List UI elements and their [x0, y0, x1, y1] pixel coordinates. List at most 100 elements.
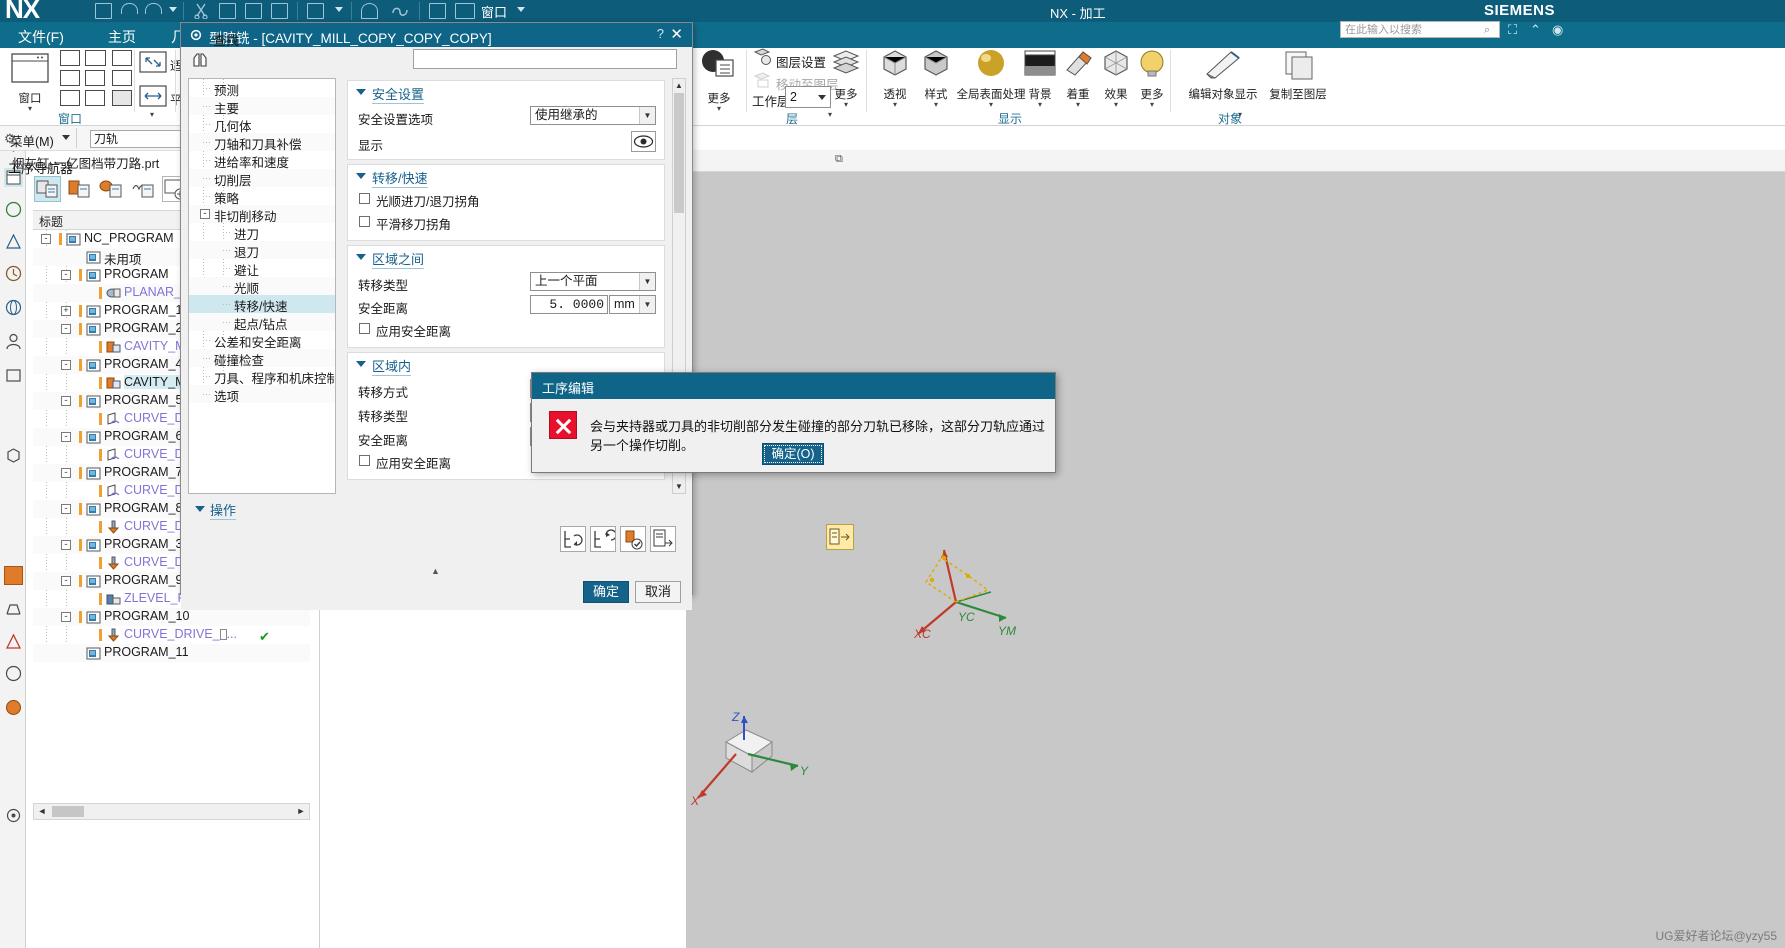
cavity-mill-dialog[interactable]: 型腔铣 - [CAVITY_MILL_COPY_COPY_COPY] ? ✕ 查…: [180, 22, 854, 610]
dialog-tree-item[interactable]: 预测: [189, 79, 335, 98]
collapse-triangle-icon[interactable]: [356, 173, 366, 179]
layout-2h-icon[interactable]: [112, 50, 132, 66]
find-input[interactable]: [413, 49, 677, 69]
dialog-cancel-button[interactable]: 取消: [635, 581, 681, 603]
table-row[interactable]: PROGRAM_11: [33, 644, 310, 662]
layout-2v-icon-b[interactable]: [105, 50, 106, 66]
collapse-node-icon[interactable]: -: [61, 468, 71, 478]
message-box-ok-button[interactable]: 确定(O): [762, 443, 824, 465]
part-tab-strip[interactable]: [686, 150, 1785, 172]
dialog-tree-item[interactable]: 策略: [189, 187, 335, 206]
work-layer-combo[interactable]: 2: [785, 86, 831, 108]
chevron-down-icon[interactable]: [169, 7, 177, 12]
tree-item-label[interactable]: PROGRAM_4: [104, 357, 183, 371]
between-safe-distance-unit-combo[interactable]: mm ▼: [609, 295, 656, 314]
dialog-tree-item[interactable]: 起点/钻点: [189, 313, 335, 332]
save-icon[interactable]: [95, 3, 112, 19]
pan-button[interactable]: [138, 84, 168, 111]
menu-chevron-down-icon[interactable]: [62, 135, 70, 140]
copy-icon[interactable]: [219, 3, 236, 19]
list-toolpath-button[interactable]: [650, 526, 676, 552]
dialog-tree-item[interactable]: 刀具、程序和机床控制: [189, 367, 335, 386]
dialog-tree-item[interactable]: 选项: [189, 385, 335, 405]
collapse-triangle-icon[interactable]: [356, 361, 366, 367]
collapse-node-icon[interactable]: -: [61, 270, 71, 280]
chevron-down-icon[interactable]: ▼: [639, 107, 655, 124]
layout-9-icon[interactable]: [112, 90, 132, 106]
layout-2v-icon[interactable]: [85, 50, 105, 66]
layout-3a-icon[interactable]: [60, 70, 80, 86]
chevron-down-icon[interactable]: ▼: [639, 296, 655, 313]
style-button[interactable]: 样式 ▾: [913, 48, 959, 109]
dialog-tree-item[interactable]: 切削层: [189, 169, 335, 188]
tree-horizontal-scrollbar[interactable]: ◄ ►: [33, 803, 310, 820]
layout-4-icon[interactable]: [85, 70, 105, 86]
redo-icon[interactable]: [145, 3, 162, 14]
smooth-entry-exit-checkbox[interactable]: [359, 193, 370, 204]
layout-icon[interactable]: [429, 3, 446, 19]
dialog-ok-button[interactable]: 确定: [583, 581, 629, 603]
collapse-dialog-icon[interactable]: ▲: [431, 566, 440, 576]
tree-item-label[interactable]: PROGRAM_3: [104, 537, 183, 551]
chevron-down-icon[interactable]: ▾: [696, 105, 742, 113]
help-icon[interactable]: ?: [657, 26, 664, 41]
collapse-node-icon[interactable]: -: [61, 540, 71, 550]
layout-4b-icon[interactable]: [112, 70, 132, 86]
table-row[interactable]: - PROGRAM_10: [33, 608, 310, 626]
between-apply-safe-distance-checkbox[interactable]: [359, 323, 370, 334]
tab-home[interactable]: 主页: [100, 25, 144, 49]
section-header-transfer-rapid[interactable]: 转移/快速: [348, 165, 664, 188]
layer-visible-more-button[interactable]: 更多 ▾: [696, 48, 742, 113]
collapse-node-icon[interactable]: -: [41, 234, 51, 244]
machine-tool-view-button[interactable]: [66, 176, 93, 202]
collapse-node-icon[interactable]: -: [61, 432, 71, 442]
chevron-down-icon[interactable]: [818, 95, 826, 100]
chevron-down-icon-3[interactable]: [517, 7, 525, 12]
chevron-down-icon[interactable]: ▾: [1132, 101, 1172, 109]
sidebar-orange-icon[interactable]: [4, 566, 23, 585]
scrollbar-thumb[interactable]: [674, 93, 684, 213]
global-shading-button[interactable]: 全局表面处理 ▾: [955, 48, 1027, 109]
sidebar-clock-icon[interactable]: [4, 664, 23, 683]
window-button[interactable]: 窗口 ▾: [6, 52, 54, 113]
chevron-down-icon-2[interactable]: [335, 7, 343, 12]
collapse-node-icon[interactable]: -: [61, 324, 71, 334]
copy-to-layer-button[interactable]: 复制至图层: [1256, 48, 1340, 102]
dialog-tree-item[interactable]: 公差和安全距离: [189, 331, 335, 350]
dialog-tree-item-label[interactable]: 选项: [214, 386, 239, 405]
object-group-expand[interactable]: ▾: [1238, 110, 1242, 119]
sidebar-red-icon[interactable]: [4, 632, 23, 651]
tree-item-label[interactable]: PROGRAM_11: [104, 645, 189, 659]
replay-toolpath-button[interactable]: [590, 526, 617, 552]
sidebar-web-icon[interactable]: [4, 298, 23, 317]
scrollbar-thumb[interactable]: [52, 806, 84, 817]
close-icon[interactable]: ✕: [670, 25, 683, 43]
sidebar-cube-icon[interactable]: [4, 446, 23, 465]
tree-item-label[interactable]: PROGRAM_2: [104, 321, 183, 335]
tree-item-label[interactable]: PROGRAM_7: [104, 465, 183, 479]
generate-toolpath-button[interactable]: [560, 526, 586, 552]
perspective-button[interactable]: 透视 ▾: [872, 48, 918, 109]
sidebar-colorwheel-icon[interactable]: [4, 698, 23, 717]
dialog-category-tree[interactable]: 预测 主要 几何体 刀轴和刀具补偿 进给率和速度 切削层 策略 - 非切削移动 进刀 退刀 避让 光顺转…: [188, 78, 336, 494]
collapse-triangle-icon[interactable]: [195, 506, 205, 512]
collapse-node-icon[interactable]: -: [61, 504, 71, 514]
minimize-ribbon-icon[interactable]: ⌃: [1530, 22, 1541, 38]
section-header-safe-settings[interactable]: 安全设置: [348, 81, 664, 104]
scroll-left-arrow-icon[interactable]: ◄: [34, 804, 50, 819]
quick-access-toolbar[interactable]: 窗口: [95, 0, 695, 22]
help-icon[interactable]: ◉: [1552, 22, 1563, 38]
dialog-tree-item[interactable]: 主要: [189, 97, 335, 116]
tree-item-label[interactable]: PROGRAM_9: [104, 573, 183, 587]
chevron-down-icon[interactable]: ▾: [913, 101, 959, 109]
dialog-tree-item[interactable]: 光顺: [189, 277, 335, 296]
new-file-icon[interactable]: [307, 3, 324, 19]
table-row[interactable]: CURVE_DRIVE_2... ✔: [33, 626, 310, 644]
tree-item-label[interactable]: PROGRAM_8: [104, 501, 183, 515]
expand-node-icon[interactable]: +: [61, 306, 71, 316]
collapse-node-icon[interactable]: -: [61, 360, 71, 370]
geometry-view-button[interactable]: [98, 176, 125, 202]
cut-icon[interactable]: [193, 3, 210, 20]
window-icon[interactable]: [455, 3, 475, 19]
display-more-button[interactable]: 更多 ▾: [1132, 48, 1172, 109]
